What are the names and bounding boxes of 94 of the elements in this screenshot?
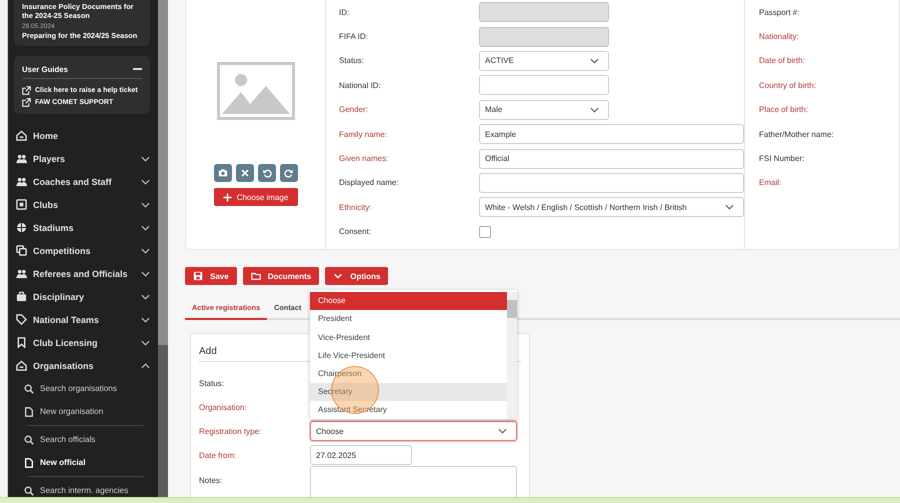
input-field[interactable]: 27.02.2025 [310,445,412,465]
tag-icon [16,314,27,325]
field-label: FSI Number: [759,154,806,164]
globe-icon [16,222,27,233]
nav-item[interactable]: Players [14,147,150,170]
field-label: Email: [759,178,782,188]
nav-item[interactable]: Home [14,124,150,147]
field-label: National ID: [339,80,382,90]
external-link-icon [22,86,31,94]
search-icon [24,434,34,444]
field-label: Consent: [339,227,372,236]
undo-button[interactable] [258,164,276,182]
nav-item[interactable]: Competitions [14,239,150,262]
field-label: Status: [339,56,365,66]
field-label: Date from: [199,450,238,460]
search-icon [24,486,34,496]
camera-icon [218,168,228,178]
dropdown-option[interactable]: Choose [310,292,507,310]
field-label: Family name: [339,130,388,139]
field-label: Date of birth: [759,56,806,66]
field-label: Organisation: [199,402,248,412]
nav-item[interactable]: Club Licensing [14,331,150,354]
select-field[interactable]: Male [479,100,609,120]
field-label: Status: [199,378,225,388]
input-field[interactable] [479,75,609,96]
external-link-icon [22,98,31,106]
select-field[interactable]: ACTIVE [479,50,609,71]
dropdown-option[interactable]: Life Vice-President [310,346,507,364]
nav-subitem[interactable]: Search interm. agencies [14,479,150,497]
people-icon [16,268,27,279]
chevron-icon [498,428,507,434]
bookmark-icon [16,337,27,348]
action-button[interactable]: Save [185,267,237,285]
nav-item[interactable]: Referees and Officials [14,262,150,285]
choose-image-button[interactable]: Choose image [214,188,298,206]
field-label: Nationality: [759,32,800,42]
field-label: Given names: [339,154,390,164]
field-label: ID: [339,8,350,17]
briefcase-icon [16,291,27,302]
people-icon [16,176,27,187]
nav-subitem[interactable]: Search organisations [14,377,150,400]
field-label: Country of birth: [759,80,817,90]
checkbox[interactable] [479,226,491,238]
people-icon [16,153,27,164]
search-icon [24,384,34,394]
input-field[interactable] [479,172,744,193]
scrollbar[interactable] [507,292,517,419]
save-icon [193,271,203,281]
nav-item[interactable]: National Teams [14,308,150,331]
chevron-icon [725,204,734,210]
nav-subitem[interactable]: New organisation [14,400,150,423]
action-button[interactable]: Documents [242,267,320,285]
field-label: Notes: [199,476,224,485]
folder-icon [250,271,261,281]
select-field[interactable]: Choose [310,421,517,441]
undo-icon [262,168,272,178]
plus-icon [222,192,232,202]
image-placeholder-icon [216,62,294,120]
select-field[interactable]: White - Welsh / English / Scottish / Northern Irish / British [479,197,744,218]
house-icon [16,130,27,141]
field-label: Ethnicity: [339,202,372,212]
document-icon [24,458,34,468]
redo-button[interactable] [280,164,298,182]
document-icon [24,406,34,416]
field-label: Father/Mother name: [759,130,835,139]
chevron-icon [590,58,599,64]
nav-item[interactable]: Stadiums [14,216,150,239]
close-button[interactable] [236,164,254,182]
house-icon [16,360,27,371]
field-label: FIFA ID: [339,32,369,42]
nav-item[interactable]: Clubs [14,193,150,216]
chevron-icon [590,106,599,113]
copy-icon [16,245,27,256]
nav-subitem[interactable]: Search officials [14,428,150,451]
board-icon [16,199,27,210]
scrollbar-thumb[interactable] [158,0,168,345]
dropdown-option[interactable]: President [310,310,507,328]
nav-item[interactable]: Organisations [14,354,150,377]
field-label: Displayed name: [339,178,400,188]
redo-icon [284,168,294,178]
camera-button[interactable] [214,164,232,182]
nav-subitem[interactable]: New official [14,451,150,474]
input-field[interactable]: Official [479,148,744,169]
field-label: Place of birth: [759,105,809,114]
field-label: Gender: [339,105,369,114]
notes-field[interactable] [310,466,517,497]
field-label: Registration type: [199,426,262,436]
input-field[interactable]: Example [479,124,744,144]
nav-item[interactable]: Disciplinary [14,285,150,308]
field-label: Passport #: [759,8,800,17]
action-button[interactable]: Options [325,267,388,285]
chevron-icon [333,271,344,281]
nav-item[interactable]: Coaches and Staff [14,170,150,193]
close-icon [240,168,250,178]
